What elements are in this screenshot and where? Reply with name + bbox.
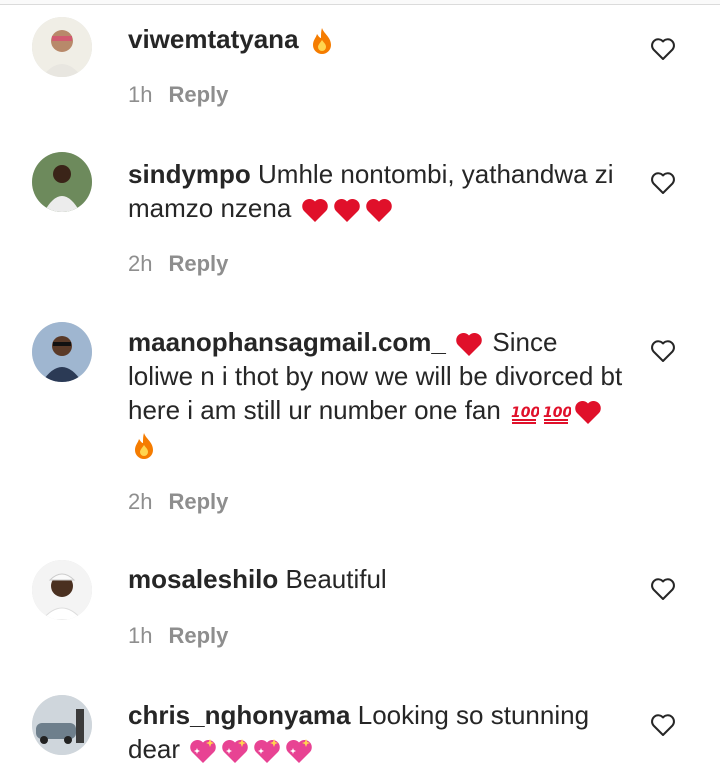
sparkling-heart-emoji-icon — [252, 736, 282, 766]
sparkling-heart-emoji-icon — [284, 736, 314, 766]
top-divider — [0, 0, 720, 5]
comment-meta: 1h Reply — [128, 82, 228, 108]
comment-username[interactable]: sindympo — [128, 159, 251, 189]
comment-body: chris_nghonyama Looking so stunning dear — [128, 698, 628, 766]
comment-meta: 2h Reply — [128, 251, 228, 277]
red-heart-emoji-icon — [332, 195, 362, 225]
comment-username[interactable]: mosaleshilo — [128, 564, 278, 594]
comment-time: 2h — [128, 251, 153, 276]
avatar[interactable] — [32, 152, 92, 212]
comment-username[interactable]: viwemtatyana — [128, 24, 299, 54]
reply-button[interactable]: Reply — [168, 623, 228, 648]
like-heart-icon[interactable] — [650, 713, 676, 737]
comment-time: 1h — [128, 623, 153, 648]
svg-text:100: 100 — [511, 405, 539, 421]
comment-username[interactable]: chris_nghonyama — [128, 700, 351, 730]
fire-emoji-icon — [129, 431, 159, 461]
comment-meta: 1h Reply — [128, 623, 228, 649]
reply-button[interactable]: Reply — [168, 82, 228, 107]
reply-button[interactable]: Reply — [168, 251, 228, 276]
comment-username[interactable]: maanophansagmail.com_ — [128, 327, 446, 357]
avatar[interactable] — [32, 560, 92, 620]
red-heart-emoji-icon — [454, 329, 484, 359]
comment-body: viwemtatyana — [128, 22, 628, 56]
like-heart-icon[interactable] — [650, 37, 676, 61]
red-heart-emoji-icon — [300, 195, 330, 225]
hundred-points-emoji-icon: 100 — [541, 397, 571, 427]
red-heart-emoji-icon — [573, 397, 603, 427]
like-heart-icon[interactable] — [650, 171, 676, 195]
comment-body: mosaleshilo Beautiful — [128, 562, 628, 596]
comment-meta: 2h Reply — [128, 489, 228, 515]
red-heart-emoji-icon — [364, 195, 394, 225]
comment-time: 1h — [128, 82, 153, 107]
avatar[interactable] — [32, 17, 92, 77]
like-heart-icon[interactable] — [650, 577, 676, 601]
avatar[interactable] — [32, 695, 92, 755]
comment-body: sindympo Umhle nontombi, yathandwa zi ma… — [128, 157, 628, 225]
hundred-points-emoji-icon: 100 — [509, 397, 539, 427]
like-heart-icon[interactable] — [650, 339, 676, 363]
avatar[interactable] — [32, 322, 92, 382]
comment-time: 2h — [128, 489, 153, 514]
reply-button[interactable]: Reply — [168, 489, 228, 514]
svg-text:100: 100 — [543, 405, 571, 421]
fire-emoji-icon — [307, 26, 337, 56]
comment-body: maanophansagmail.com_ Since loliwe n i t… — [128, 325, 628, 461]
comment-text: Beautiful — [285, 564, 387, 594]
sparkling-heart-emoji-icon — [220, 736, 250, 766]
sparkling-heart-emoji-icon — [188, 736, 218, 766]
